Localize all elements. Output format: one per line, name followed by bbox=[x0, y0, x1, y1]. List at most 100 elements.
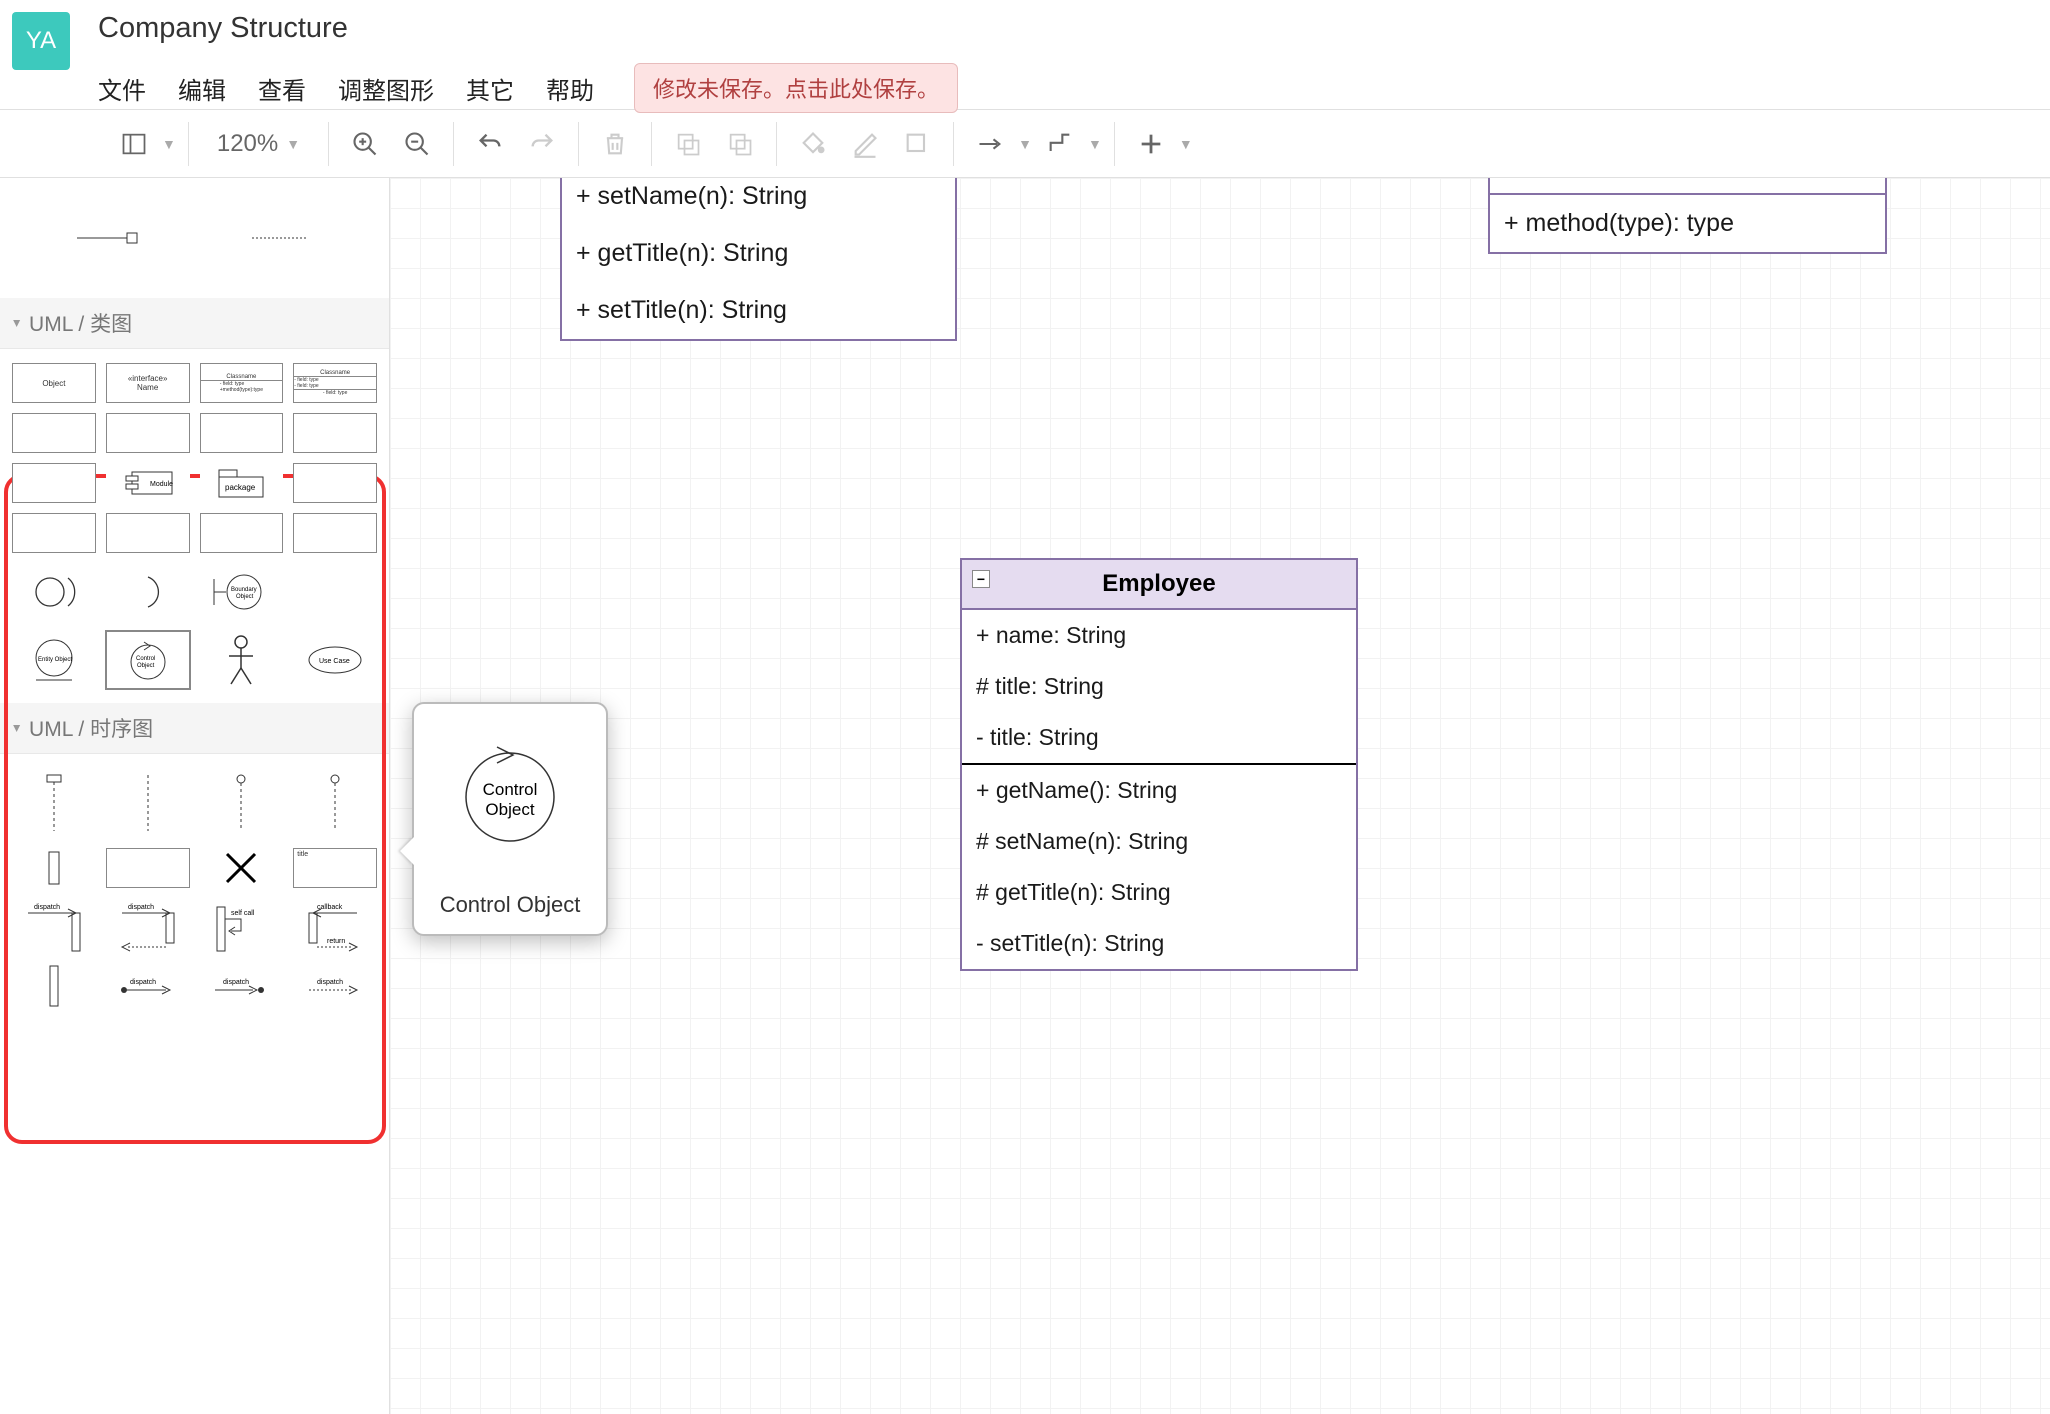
dropdown-icon[interactable]: ▼ bbox=[1018, 136, 1032, 152]
class-field[interactable]: - title: String bbox=[962, 712, 1356, 763]
menu-edit[interactable]: 编辑 bbox=[178, 71, 226, 106]
shape-block[interactable] bbox=[12, 463, 96, 503]
shape-lifeline-1[interactable] bbox=[12, 768, 96, 838]
diagram-canvas[interactable]: + setName(n): String + getTitle(n): Stri… bbox=[390, 178, 2050, 1414]
class-field[interactable]: + name: String bbox=[962, 610, 1356, 661]
shape-class-4[interactable] bbox=[106, 513, 190, 553]
shape-msg-dispatch-1[interactable]: dispatch bbox=[12, 898, 96, 956]
shape-provided-required[interactable] bbox=[12, 563, 96, 621]
palette-section-uml-class[interactable]: UML / 类图 bbox=[0, 298, 389, 349]
dropdown-icon[interactable]: ▼ bbox=[1088, 136, 1102, 152]
shape-lifeline-2[interactable] bbox=[106, 768, 190, 838]
svg-text:self call: self call bbox=[231, 910, 255, 917]
shape-note[interactable]: title bbox=[293, 848, 377, 888]
shape-msg-lost[interactable]: dispatch bbox=[200, 966, 284, 1006]
collapse-icon[interactable]: − bbox=[972, 570, 990, 588]
class-title[interactable]: Employee bbox=[1102, 570, 1215, 597]
uml-class-partial-1[interactable]: + setName(n): String + getTitle(n): Stri… bbox=[560, 178, 957, 341]
dropdown-icon[interactable]: ▼ bbox=[1179, 136, 1193, 152]
undo-button[interactable] bbox=[466, 120, 514, 168]
shape-lifeline-3[interactable] bbox=[200, 768, 284, 838]
shape-destroy[interactable] bbox=[200, 848, 284, 888]
shape-boundary-object[interactable]: BoundaryObject bbox=[200, 563, 284, 621]
connector-thumb[interactable] bbox=[247, 223, 317, 253]
palette-section-uml-sequence[interactable]: UML / 时序图 bbox=[0, 703, 389, 754]
class-method[interactable]: # setName(n): String bbox=[962, 816, 1356, 867]
user-avatar[interactable]: YA bbox=[12, 12, 70, 70]
shape-activation-2[interactable] bbox=[12, 966, 96, 1006]
class-method[interactable]: # getTitle(n): String bbox=[962, 867, 1356, 918]
shape-msg-async[interactable]: dispatch bbox=[293, 966, 377, 1006]
shape-interface[interactable]: «interface» Name bbox=[106, 363, 190, 403]
document-title[interactable]: Company Structure bbox=[98, 12, 2050, 45]
class-member[interactable]: + field: type bbox=[1490, 178, 1885, 193]
zoom-selector[interactable]: 120% ▼ bbox=[201, 130, 316, 158]
dropdown-icon[interactable]: ▼ bbox=[162, 136, 176, 152]
tooltip-shape-label: ControlObject bbox=[414, 780, 606, 821]
shape-required-interface[interactable] bbox=[106, 563, 190, 621]
shape-class-2[interactable]: Classname- field: type+method(type):type bbox=[200, 363, 284, 403]
menu-extras[interactable]: 其它 bbox=[466, 71, 514, 106]
zoom-value: 120% bbox=[217, 130, 278, 158]
shape-item[interactable] bbox=[293, 413, 377, 453]
delete-button[interactable] bbox=[591, 120, 639, 168]
shape-lifeline-4[interactable] bbox=[293, 768, 377, 838]
dropdown-icon: ▼ bbox=[286, 136, 300, 152]
shape-actor[interactable] bbox=[200, 631, 284, 689]
save-warning-button[interactable]: 修改未保存。点击此处保存。 bbox=[634, 63, 958, 113]
shape-use-case[interactable]: Use Case bbox=[293, 631, 377, 689]
svg-text:Boundary: Boundary bbox=[231, 587, 257, 593]
zoom-in-button[interactable] bbox=[341, 120, 389, 168]
tooltip-caption: Control Object bbox=[414, 880, 606, 934]
menu-view[interactable]: 查看 bbox=[258, 71, 306, 106]
class-field[interactable]: # title: String bbox=[962, 661, 1356, 712]
shape-component-2[interactable] bbox=[106, 413, 190, 453]
shape-entity-object[interactable]: Entity Object bbox=[12, 631, 96, 689]
shape-msg-found[interactable]: dispatch bbox=[106, 966, 190, 1006]
menu-arrange[interactable]: 调整图形 bbox=[338, 71, 434, 106]
shape-activation[interactable] bbox=[12, 848, 96, 888]
redo-button[interactable] bbox=[518, 120, 566, 168]
menu-file[interactable]: 文件 bbox=[98, 71, 146, 106]
shape-msg-self-call[interactable]: self call bbox=[200, 898, 284, 956]
shape-frame[interactable] bbox=[106, 848, 190, 888]
svg-text:package: package bbox=[225, 483, 256, 492]
uml-class-partial-2[interactable]: + field: type + method(type): type bbox=[1488, 178, 1887, 254]
shape-object[interactable]: Object bbox=[12, 363, 96, 403]
shape-msg-dispatch-2[interactable]: dispatch bbox=[106, 898, 190, 956]
sidebar-toggle-button[interactable] bbox=[110, 120, 158, 168]
to-back-button[interactable] bbox=[716, 120, 764, 168]
shape-object-2[interactable] bbox=[12, 513, 96, 553]
insert-button[interactable] bbox=[1127, 120, 1175, 168]
shape-component-3[interactable] bbox=[200, 413, 284, 453]
shape-module[interactable]: Module bbox=[106, 463, 190, 503]
to-front-button[interactable] bbox=[664, 120, 712, 168]
shape-class-5[interactable] bbox=[200, 513, 284, 553]
connector-thumb[interactable] bbox=[72, 223, 142, 253]
class-method[interactable]: + getName(): String bbox=[962, 765, 1356, 816]
class-member[interactable]: + method(type): type bbox=[1490, 195, 1885, 252]
class-method[interactable]: - setTitle(n): String bbox=[962, 918, 1356, 969]
shape-stereotype[interactable] bbox=[293, 463, 377, 503]
uml-class-employee[interactable]: − Employee + name: String # title: Strin… bbox=[960, 558, 1358, 971]
class-member[interactable]: + getTitle(n): String bbox=[562, 225, 955, 282]
shape-class-6[interactable] bbox=[293, 513, 377, 553]
class-member[interactable]: + setTitle(n): String bbox=[562, 282, 955, 339]
line-color-button[interactable] bbox=[841, 120, 889, 168]
shape-sidebar: UML / 类图 Object «interface» Name Classna… bbox=[0, 178, 390, 1414]
shape-class-3[interactable]: Classname- field: type- field: type- fie… bbox=[293, 363, 377, 403]
shape-component[interactable] bbox=[12, 413, 96, 453]
waypoints-button[interactable] bbox=[1036, 120, 1084, 168]
zoom-out-button[interactable] bbox=[393, 120, 441, 168]
svg-text:Module: Module bbox=[150, 481, 173, 488]
menu-help[interactable]: 帮助 bbox=[546, 71, 594, 106]
shape-package[interactable]: package bbox=[200, 463, 284, 503]
svg-text:Object: Object bbox=[236, 594, 254, 600]
shape-msg-callback[interactable]: callbackreturn bbox=[293, 898, 377, 956]
fill-color-button[interactable] bbox=[789, 120, 837, 168]
connection-button[interactable] bbox=[966, 120, 1014, 168]
shadow-button[interactable] bbox=[893, 120, 941, 168]
shape-control-object[interactable]: ControlObject bbox=[106, 631, 190, 689]
class-member[interactable]: + setName(n): String bbox=[562, 178, 955, 225]
svg-text:dispatch: dispatch bbox=[34, 904, 60, 911]
